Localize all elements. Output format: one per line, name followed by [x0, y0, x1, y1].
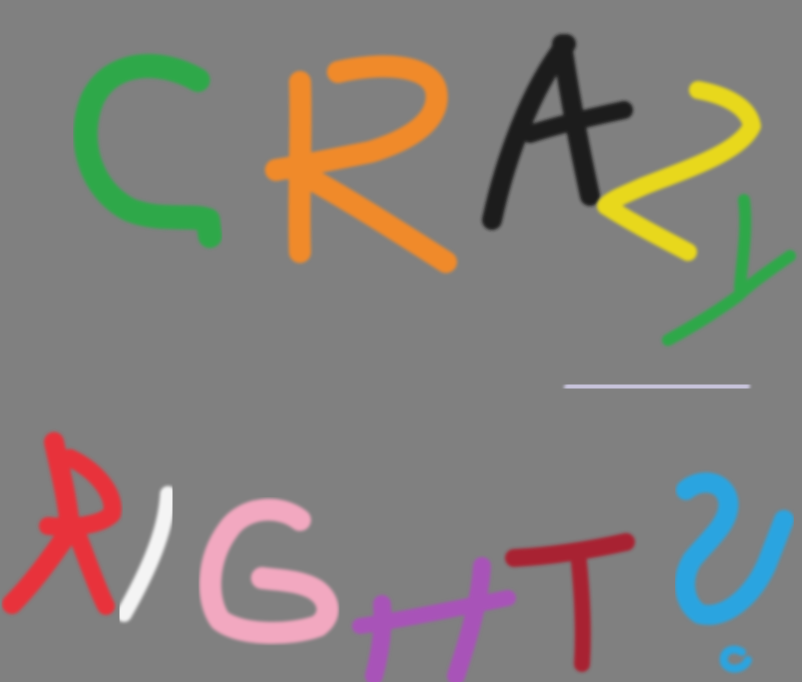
letter-t-dark-red [505, 533, 635, 672]
letter-question-blue [675, 472, 794, 673]
letter-a-black [482, 34, 633, 230]
letter-h-purple [352, 557, 516, 682]
letter-r-orange [265, 55, 457, 273]
letter-i-white [116, 486, 176, 622]
letter-r-red [2, 432, 122, 615]
letter-g-pink [199, 498, 339, 644]
letter-y-green [662, 194, 796, 346]
divider-stroke [564, 377, 750, 396]
painting-canvas: CRAZY RIGHT? [0, 0, 802, 682]
brush-strokes [2, 34, 796, 682]
letter-c [73, 54, 222, 248]
